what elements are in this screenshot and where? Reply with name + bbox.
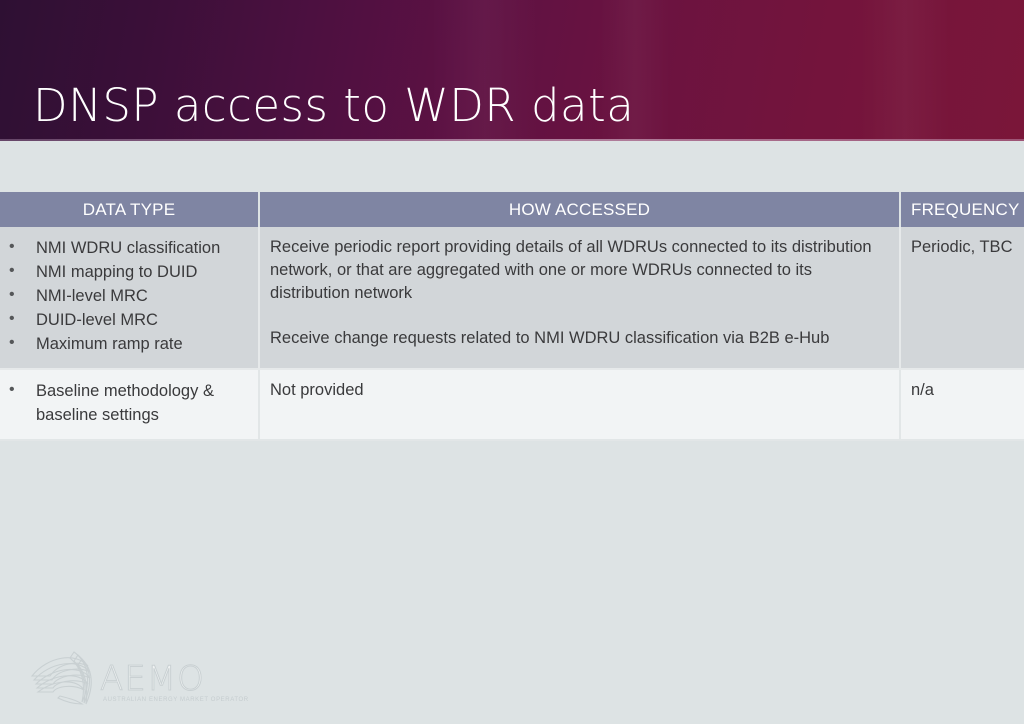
cell-how-accessed: Not provided: [259, 369, 901, 441]
column-header-how-accessed: HOW ACCESSED: [259, 192, 901, 227]
page-title: DNSP access to WDR data: [33, 79, 635, 132]
aemo-wordmark: AEMO: [100, 659, 205, 700]
column-header-frequency: FREQUENCY: [900, 192, 1024, 227]
cell-frequency: Periodic, TBC: [900, 227, 1024, 370]
table-header-row: DATA TYPE HOW ACCESSED FREQUENCY: [0, 192, 1024, 227]
list-item: NMI-level MRC: [0, 283, 252, 308]
table-row: Baseline methodology & baseline settings…: [0, 369, 1024, 441]
table-row: NMI WDRU classification NMI mapping to D…: [0, 227, 1024, 370]
list-item: NMI mapping to DUID: [0, 259, 252, 284]
table-header: DATA TYPE HOW ACCESSED FREQUENCY: [0, 192, 1024, 227]
how-accessed-paragraph: Not provided: [270, 381, 364, 399]
slide: DNSP access to WDR data DATA TYPE HOW AC…: [0, 0, 1024, 724]
dnsp-access-table: DATA TYPE HOW ACCESSED FREQUENCY NMI WDR…: [0, 192, 1024, 441]
aemo-logo: AEMO AUSTRALIAN ENERGY MARKET OPERATOR: [24, 646, 248, 716]
list-item: NMI WDRU classification: [0, 235, 252, 260]
cell-how-accessed: Receive periodic report providing detail…: [259, 227, 901, 370]
data-type-bullet-list: NMI WDRU classification NMI mapping to D…: [0, 235, 252, 356]
cell-data-type: Baseline methodology & baseline settings: [0, 369, 260, 441]
list-item: Baseline methodology & baseline settings: [0, 378, 252, 427]
header-sheen-3: [860, 0, 950, 141]
cell-frequency: n/a: [900, 369, 1024, 441]
how-accessed-paragraph: Receive change requests related to NMI W…: [270, 329, 830, 347]
list-item: Maximum ramp rate: [0, 331, 252, 356]
aemo-tagline: AUSTRALIAN ENERGY MARKET OPERATOR: [103, 697, 249, 703]
table-body: NMI WDRU classification NMI mapping to D…: [0, 227, 1024, 441]
list-item: DUID-level MRC: [0, 307, 252, 332]
cell-data-type: NMI WDRU classification NMI mapping to D…: [0, 227, 260, 370]
column-header-data-type: DATA TYPE: [0, 192, 260, 227]
data-type-bullet-list: Baseline methodology & baseline settings: [0, 378, 252, 427]
how-accessed-paragraph: Receive periodic report providing detail…: [270, 238, 872, 302]
